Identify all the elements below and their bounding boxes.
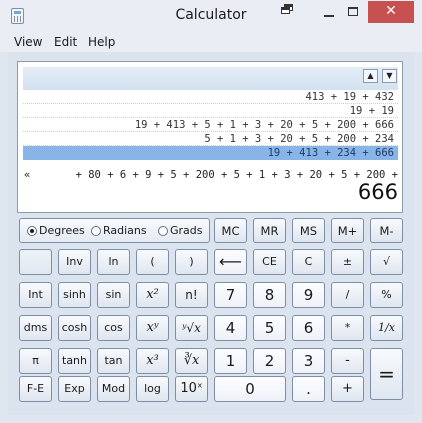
- open-paren-button[interactable]: (: [136, 249, 169, 275]
- tanh-button[interactable]: tanh: [58, 348, 91, 374]
- m-plus-button[interactable]: M+: [331, 218, 364, 243]
- cosh-button[interactable]: cosh: [58, 315, 91, 341]
- close-icon: ✕: [385, 3, 397, 19]
- y-root-x-button[interactable]: ʸ√x: [175, 315, 208, 341]
- digit-7-button[interactable]: 7: [214, 282, 247, 308]
- radio-label: Grads: [170, 224, 203, 237]
- digit-3-button[interactable]: 3: [292, 348, 325, 374]
- expression-text: + 80 + 6 + 9 + 5 + 200 + 5 + 1 + 3 + 20 …: [75, 169, 398, 181]
- pin-icon[interactable]: [278, 4, 296, 26]
- cube-root-button[interactable]: ∛x: [175, 348, 208, 374]
- minimize-icon: [324, 15, 334, 17]
- divide-button[interactable]: /: [331, 282, 364, 308]
- history-item[interactable]: 413 + 19 + 432: [23, 90, 398, 104]
- sinh-button[interactable]: sinh: [58, 282, 91, 308]
- menu-bar: View Edit Help: [0, 32, 422, 52]
- mc-button[interactable]: MC: [214, 218, 247, 243]
- radio-icon: [158, 226, 168, 236]
- maximize-button[interactable]: [342, 1, 364, 23]
- digit-1-button[interactable]: 1: [214, 348, 247, 374]
- digit-8-button[interactable]: 8: [253, 282, 286, 308]
- exp-button[interactable]: Exp: [58, 376, 91, 402]
- fe-button[interactable]: F-E: [19, 376, 52, 402]
- maximize-icon: [348, 7, 358, 16]
- mr-button[interactable]: MR: [253, 218, 286, 243]
- digit-4-button[interactable]: 4: [214, 315, 247, 341]
- menu-edit[interactable]: Edit: [54, 35, 77, 49]
- inv-button[interactable]: Inv: [58, 249, 91, 275]
- history-item[interactable]: 5 + 1 + 3 + 20 + 5 + 200 + 234: [23, 132, 398, 146]
- history-scroll-down-button[interactable]: ▼: [382, 69, 397, 83]
- radio-label: Radians: [103, 224, 147, 237]
- expression-line: « + 80 + 6 + 9 + 5 + 200 + 5 + 1 + 3 + 2…: [24, 168, 398, 182]
- multiply-button[interactable]: *: [331, 315, 364, 341]
- percent-button[interactable]: %: [370, 282, 403, 308]
- log-button[interactable]: log: [136, 376, 169, 402]
- digit-6-button[interactable]: 6: [292, 315, 325, 341]
- digit-0-button[interactable]: 0: [214, 376, 286, 402]
- ce-button[interactable]: CE: [253, 249, 286, 275]
- radio-selected-icon: [27, 226, 37, 236]
- pi-button[interactable]: π: [19, 348, 52, 374]
- mod-button[interactable]: Mod: [97, 376, 130, 402]
- history-scroll-up-button[interactable]: ▲: [363, 69, 378, 83]
- backspace-arrow-icon: ⟵: [219, 252, 242, 271]
- dms-button[interactable]: dms: [19, 315, 52, 341]
- blank-button: [19, 249, 52, 275]
- radio-icon: [91, 226, 101, 236]
- decimal-button[interactable]: .: [292, 376, 325, 402]
- digit-2-button[interactable]: 2: [253, 348, 286, 374]
- digit-5-button[interactable]: 5: [253, 315, 286, 341]
- triangle-down-icon: ▼: [386, 71, 393, 80]
- int-button[interactable]: Int: [19, 282, 52, 308]
- x-cubed-button[interactable]: x³: [136, 348, 169, 374]
- radio-grads[interactable]: Grads: [158, 224, 203, 238]
- ms-button[interactable]: MS: [292, 218, 325, 243]
- menu-help[interactable]: Help: [88, 35, 115, 49]
- history-item[interactable]: 19 + 413 + 5 + 1 + 3 + 20 + 5 + 200 + 66…: [23, 118, 398, 132]
- sqrt-button[interactable]: √: [370, 249, 403, 275]
- factorial-button[interactable]: n!: [175, 282, 208, 308]
- tan-button[interactable]: tan: [97, 348, 130, 374]
- expression-scroll-left-button[interactable]: «: [24, 168, 30, 182]
- plus-minus-button[interactable]: ±: [331, 249, 364, 275]
- cos-button[interactable]: cos: [97, 315, 130, 341]
- menu-view[interactable]: View: [14, 35, 42, 49]
- subtract-button[interactable]: -: [331, 348, 364, 374]
- x-power-y-button[interactable]: xʸ: [136, 315, 169, 341]
- history-list: 413 + 19 + 432 19 + 19 19 + 413 + 5 + 1 …: [23, 90, 398, 160]
- equals-button[interactable]: =: [370, 348, 403, 400]
- angle-unit-group: Degrees Radians Grads: [19, 218, 210, 243]
- sin-button[interactable]: sin: [97, 282, 130, 308]
- radio-radians[interactable]: Radians: [91, 224, 147, 238]
- add-button[interactable]: +: [331, 376, 364, 402]
- ten-power-x-button[interactable]: 10ˣ: [175, 376, 208, 402]
- digit-9-button[interactable]: 9: [292, 282, 325, 308]
- result-value: 666: [357, 180, 398, 204]
- c-button[interactable]: C: [292, 249, 325, 275]
- history-item-selected[interactable]: 19 + 413 + 234 + 666: [23, 146, 398, 160]
- close-button[interactable]: ✕: [368, 1, 414, 23]
- reciprocal-button[interactable]: 1/x: [370, 315, 403, 341]
- radio-degrees[interactable]: Degrees: [27, 224, 85, 238]
- backspace-button[interactable]: ⟵: [214, 249, 247, 275]
- history-item[interactable]: 19 + 19: [23, 104, 398, 118]
- history-header: [23, 67, 398, 90]
- minimize-button[interactable]: [318, 1, 340, 23]
- title-bar: Calculator ✕: [0, 0, 422, 32]
- calculator-display: ▲ ▼ 413 + 19 + 432 19 + 19 19 + 413 + 5 …: [17, 61, 403, 213]
- triangle-up-icon: ▲: [367, 71, 374, 80]
- ln-button[interactable]: ln: [97, 249, 130, 275]
- radio-label: Degrees: [39, 224, 85, 237]
- m-minus-button[interactable]: M-: [370, 218, 403, 243]
- close-paren-button[interactable]: ): [175, 249, 208, 275]
- x-squared-button[interactable]: x²: [136, 282, 169, 308]
